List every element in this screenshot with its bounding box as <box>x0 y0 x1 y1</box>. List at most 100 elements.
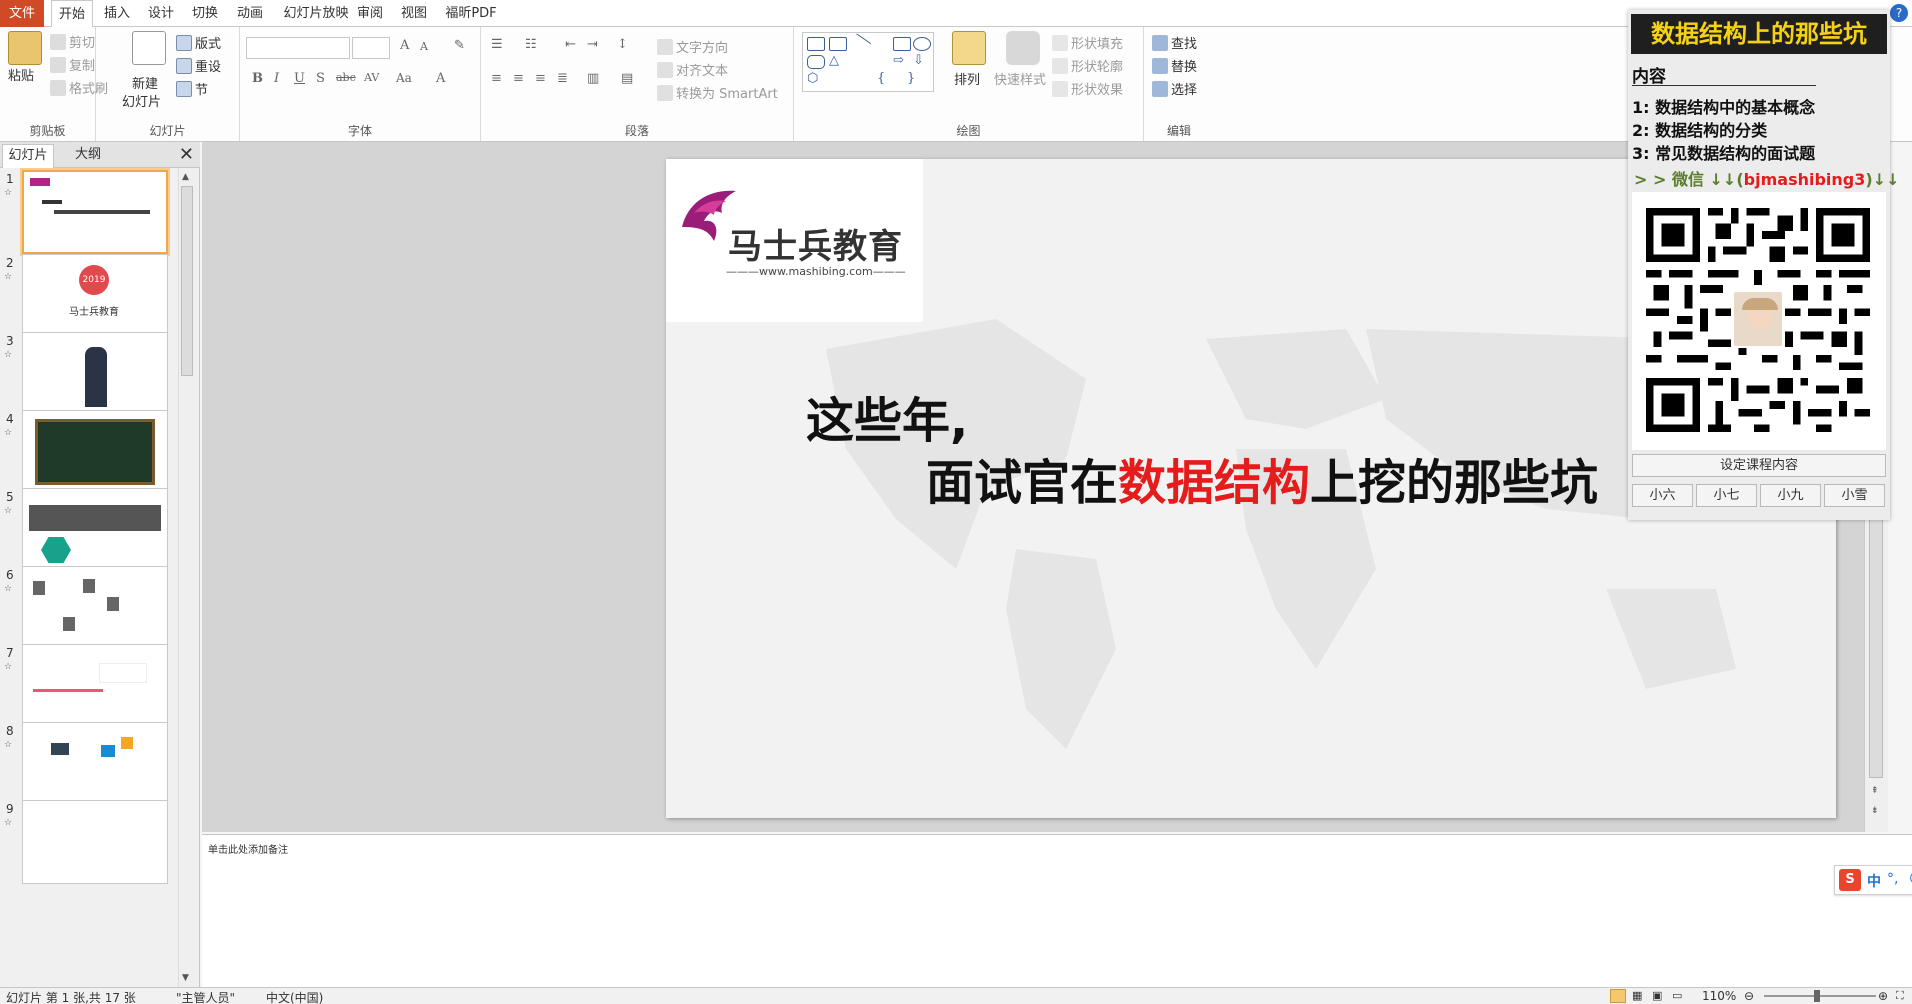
shadow-button[interactable]: S <box>316 71 325 86</box>
thumbnail-scrollbar[interactable]: ▲ ▼ <box>178 168 196 987</box>
zoom-level-text[interactable]: 110% <box>1702 989 1736 1003</box>
shape-arrow-down-icon[interactable]: ⇩ <box>913 53 924 68</box>
set-course-content-button[interactable]: 设定课程内容 <box>1632 454 1886 477</box>
align-center-icon[interactable]: ≡ <box>513 71 524 86</box>
shape-outline-button[interactable]: 形状轮廓 <box>1052 56 1123 75</box>
slide-title-line2[interactable]: 面试官在数据结构上挖的那些坑 <box>926 443 1598 513</box>
clear-format-icon[interactable]: ✎ <box>454 38 465 53</box>
name-button-1[interactable]: 小六 <box>1632 484 1693 507</box>
decrease-indent-icon[interactable]: ⇤ <box>565 37 576 52</box>
font-family-select[interactable] <box>246 37 350 59</box>
normal-view-icon[interactable] <box>1610 989 1626 1003</box>
shapes-gallery[interactable]: △ ⇨ ⇩ ⬡ { } <box>802 32 934 92</box>
thumb-slide-8[interactable] <box>22 722 168 806</box>
help-icon[interactable]: ? <box>1890 4 1908 22</box>
section-button[interactable]: 节 <box>176 79 208 98</box>
thumb-slide-6[interactable] <box>22 566 168 650</box>
tab-insert[interactable]: 插入 <box>99 0 135 27</box>
new-slide-button[interactable]: 新建 <box>132 73 158 92</box>
smartart-button[interactable]: 转换为 SmartArt <box>657 83 778 102</box>
shape-rect-icon[interactable] <box>893 37 911 51</box>
tab-animations[interactable]: 动画 <box>232 0 268 27</box>
replace-button[interactable]: 替换 <box>1152 56 1197 75</box>
tab-slides-panel[interactable]: 幻灯片 <box>2 144 54 168</box>
thumb-slide-2[interactable]: 2019 马士兵教育 <box>22 254 168 338</box>
copy-button[interactable]: 复制 <box>50 55 95 74</box>
new-slide-dropdown[interactable]: 幻灯片 <box>122 91 161 110</box>
notes-pane[interactable]: 单击此处添加备注 S 中 °, ☺ 🎙 ⌨ 👤 👕 ▦ <box>202 834 1912 987</box>
slide-title-line1[interactable]: 这些年, <box>806 381 968 451</box>
ime-punct-icon[interactable]: °, <box>1887 871 1898 887</box>
thumb-slide-4[interactable] <box>22 410 168 494</box>
align-left-icon[interactable]: ≡ <box>491 71 502 86</box>
font-color-button[interactable]: A <box>436 71 445 86</box>
name-button-2[interactable]: 小七 <box>1696 484 1757 507</box>
thumb-slide-9[interactable] <box>22 800 168 884</box>
tab-transitions[interactable]: 切换 <box>187 0 223 27</box>
tab-home[interactable]: 开始 <box>51 0 93 28</box>
thumb-slide-7[interactable] <box>22 644 168 728</box>
bold-button[interactable]: B <box>252 71 263 86</box>
layout-button[interactable]: 版式 <box>176 33 221 52</box>
change-case-button[interactable]: Aa <box>396 71 412 85</box>
shape-fill-button[interactable]: 形状填充 <box>1052 33 1123 52</box>
tab-review[interactable]: 审阅 <box>352 0 388 27</box>
tab-view[interactable]: 视图 <box>396 0 432 27</box>
shape-effects-button[interactable]: 形状效果 <box>1052 79 1123 98</box>
strikethrough-button[interactable]: abc <box>336 71 356 84</box>
font-size-select[interactable] <box>352 37 390 59</box>
align-text-button[interactable]: 对齐文本 <box>657 60 728 79</box>
slideshow-view-icon[interactable]: ▭ <box>1672 989 1682 1002</box>
reset-button[interactable]: 重设 <box>176 56 221 75</box>
shape-brace-right-icon[interactable]: } <box>907 71 915 86</box>
ime-lang-toggle[interactable]: 中 <box>1867 871 1881 891</box>
scroll-down-icon[interactable]: ▼ <box>182 973 189 983</box>
zoom-out-icon[interactable]: ⊖ <box>1744 989 1754 1003</box>
line-spacing-icon[interactable]: ↕ <box>617 37 628 52</box>
thumb-slide-1[interactable] <box>22 170 168 254</box>
cut-button[interactable]: 剪切 <box>50 32 95 51</box>
char-spacing-button[interactable]: AV <box>364 71 379 84</box>
shape-brace-icon[interactable]: { <box>877 71 885 86</box>
name-button-3[interactable]: 小九 <box>1760 484 1821 507</box>
quick-styles-button[interactable]: 快速样式 <box>994 69 1046 88</box>
shape-triangle-icon[interactable]: △ <box>829 53 839 68</box>
shrink-font-icon[interactable]: A <box>420 40 428 53</box>
justify-icon[interactable]: ≣ <box>557 71 568 86</box>
distribute-icon[interactable]: ▤ <box>621 71 633 86</box>
align-right-icon[interactable]: ≡ <box>535 71 546 86</box>
tab-foxit-pdf[interactable]: 福昕PDF <box>441 0 501 27</box>
thumb-slide-5[interactable] <box>22 488 168 572</box>
tab-file[interactable]: 文件 <box>0 0 44 27</box>
sogou-logo-icon[interactable]: S <box>1839 869 1861 891</box>
select-button[interactable]: 选择 <box>1152 79 1197 98</box>
thumb-slide-3[interactable] <box>22 332 168 416</box>
columns-icon[interactable]: ▥ <box>587 71 599 86</box>
shape-textbox2-icon[interactable] <box>829 37 847 51</box>
fit-slide-icon[interactable]: ⛶ <box>1896 989 1904 1003</box>
prev-slide-icon[interactable]: ⇞ <box>1871 786 1879 796</box>
grow-font-icon[interactable]: A <box>400 38 409 53</box>
scroll-thumb[interactable] <box>181 186 193 376</box>
ime-toolbar[interactable]: S 中 °, ☺ 🎙 ⌨ 👤 👕 ▦ <box>1834 865 1912 895</box>
tab-outline-panel[interactable]: 大纲 <box>62 144 114 168</box>
shape-textbox-icon[interactable] <box>807 37 825 51</box>
paste-button[interactable]: 粘贴 <box>8 65 34 84</box>
underline-button[interactable]: U <box>294 71 305 86</box>
shape-oval-icon[interactable] <box>913 37 931 51</box>
bullets-icon[interactable]: ☰ <box>491 37 503 52</box>
next-slide-icon[interactable]: ⇟ <box>1871 806 1879 816</box>
shape-arrow-right-icon[interactable]: ⇨ <box>893 53 904 68</box>
thumbnail-list[interactable]: 1 ☆ 2 ☆ 2019 马士兵教育 3 ☆ 4 ☆ 5 ☆ 6 ☆ 7 ☆ 8… <box>0 168 176 987</box>
increase-indent-icon[interactable]: ⇥ <box>587 37 598 52</box>
arrange-button[interactable]: 排列 <box>954 69 980 88</box>
tab-design[interactable]: 设计 <box>143 0 179 27</box>
find-button[interactable]: 查找 <box>1152 33 1197 52</box>
language-text[interactable]: 中文(中国) <box>266 989 323 1004</box>
zoom-slider[interactable] <box>1764 995 1876 997</box>
shape-hexagon-icon[interactable]: ⬡ <box>807 71 818 86</box>
reading-view-icon[interactable]: ▣ <box>1652 989 1662 1002</box>
zoom-slider-thumb[interactable] <box>1814 990 1820 1002</box>
sorter-view-icon[interactable]: ▦ <box>1632 989 1642 1002</box>
tab-slideshow[interactable]: 幻灯片放映 <box>278 0 354 27</box>
